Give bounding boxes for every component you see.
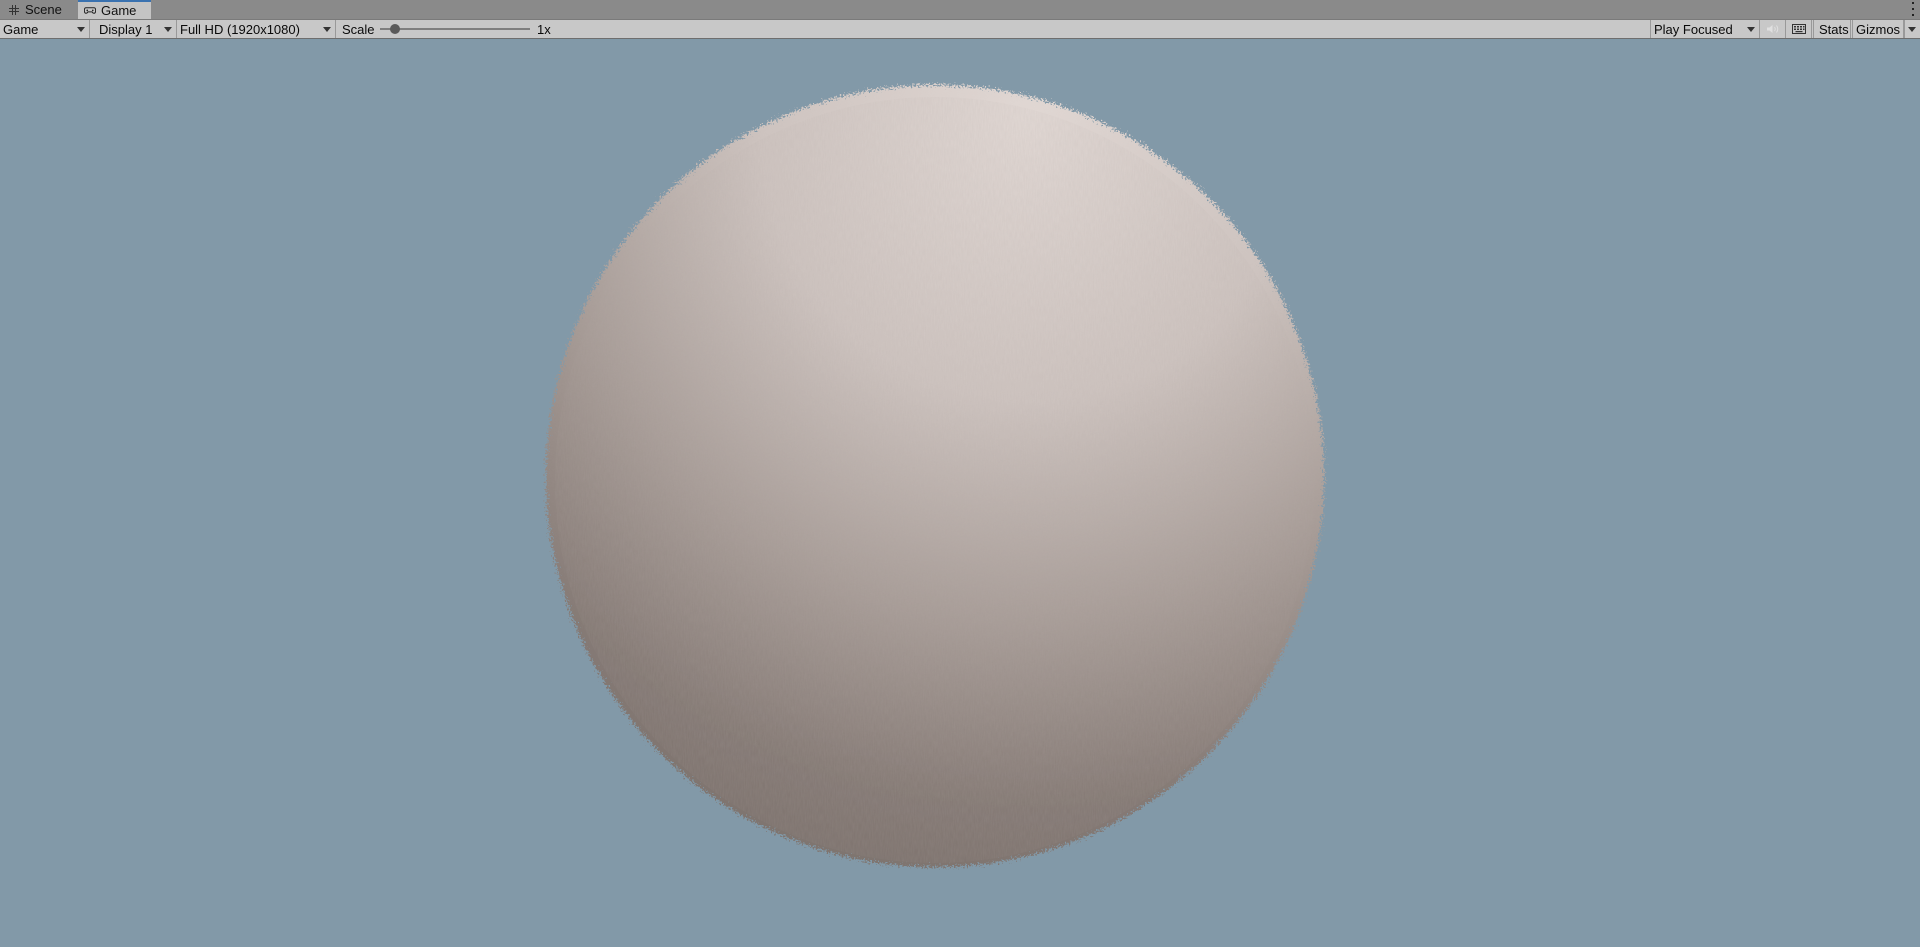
view-mode-dropdown[interactable]: Game — [0, 20, 90, 38]
chevron-down-icon — [1908, 27, 1916, 32]
chevron-down-icon — [1747, 27, 1755, 32]
chevron-down-icon — [164, 27, 172, 32]
scale-value-text: 1x — [537, 21, 551, 37]
fur-texture — [555, 97, 1315, 863]
game-viewport[interactable] — [0, 40, 1920, 947]
stats-label: Stats — [1819, 21, 1849, 37]
game-toolbar: Game Display 1 Full HD (1920x1080) Scale… — [0, 20, 1920, 39]
scale-value: 1x — [534, 20, 564, 38]
tab-strip: Scene Game — [0, 0, 1920, 20]
resolution-dropdown[interactable]: Full HD (1920x1080) — [178, 20, 336, 38]
tab-scene-label: Scene — [25, 2, 62, 17]
gamepad-icon — [84, 5, 96, 17]
play-mode-dropdown[interactable]: Play Focused — [1650, 20, 1760, 38]
mute-audio-button[interactable] — [1761, 20, 1786, 38]
stats-button[interactable]: Stats — [1813, 20, 1851, 38]
gizmos-button[interactable]: Gizmos — [1852, 20, 1904, 38]
speaker-icon — [1767, 25, 1779, 33]
gizmos-dropdown[interactable] — [1904, 20, 1920, 38]
tab-game-label: Game — [101, 3, 137, 18]
scale-label: Scale — [337, 20, 381, 38]
display-dropdown[interactable]: Display 1 — [91, 20, 177, 38]
chevron-down-icon — [323, 27, 331, 32]
scale-label-text: Scale — [342, 21, 375, 37]
tab-scene[interactable]: Scene — [2, 0, 76, 19]
resolution-value: Full HD (1920x1080) — [180, 21, 300, 37]
grid-icon — [8, 4, 20, 16]
keyboard-icon — [1792, 24, 1806, 34]
more-options-icon[interactable] — [1910, 2, 1916, 16]
chevron-down-icon — [77, 27, 85, 32]
view-mode-value: Game — [3, 21, 39, 37]
display-value: Display 1 — [99, 21, 153, 37]
play-mode-value: Play Focused — [1654, 21, 1733, 37]
scale-slider-thumb[interactable] — [390, 24, 400, 34]
game-view-render — [546, 85, 1324, 867]
tab-game[interactable]: Game — [78, 0, 151, 19]
scale-slider-track[interactable] — [380, 28, 530, 30]
shortcuts-button[interactable] — [1787, 20, 1812, 38]
gizmos-label: Gizmos — [1856, 21, 1901, 37]
